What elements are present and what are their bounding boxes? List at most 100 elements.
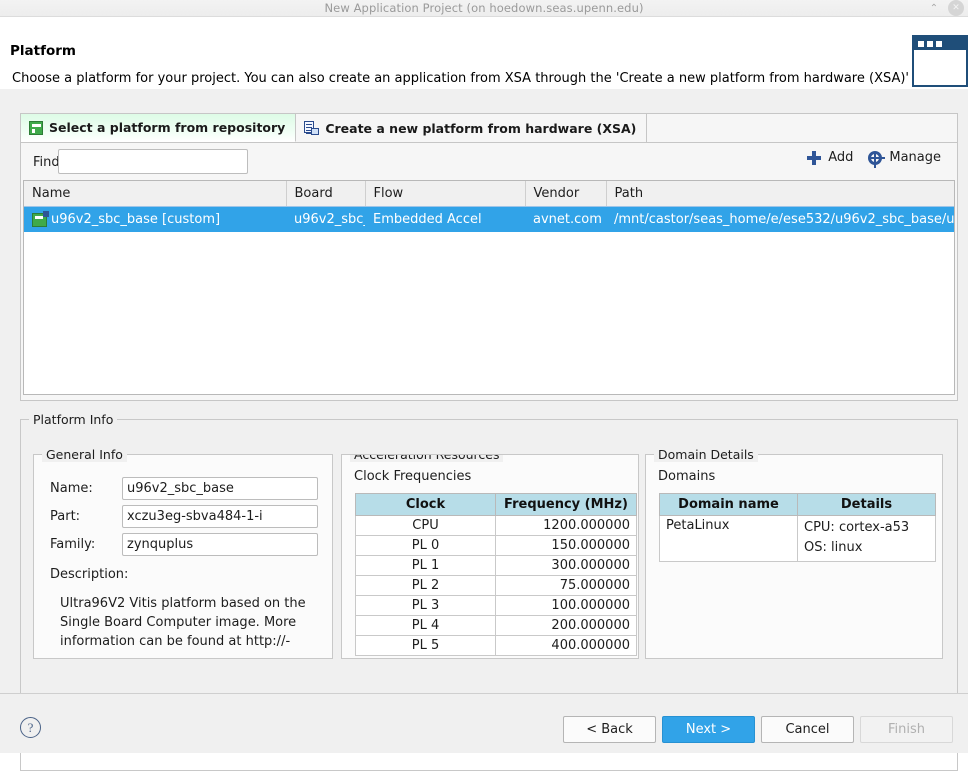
close-icon[interactable]: ✕ — [948, 0, 964, 16]
cell-frequency: 75.000000 — [495, 575, 637, 596]
cell-frequency: 150.000000 — [495, 535, 637, 556]
general-info-group: General Info Name: Part: Family: Descrip… — [33, 447, 333, 659]
domain-os-text: OS: linux — [804, 540, 863, 555]
window-icon — [912, 35, 968, 87]
general-info-title: General Info — [42, 447, 127, 462]
domains-table: Domain name Details PetaLinux CPU: corte… — [659, 493, 936, 562]
wizard-buttons: < Back Next > Cancel Finish — [563, 716, 953, 743]
cell-domain-name: PetaLinux — [659, 515, 798, 562]
window-title: New Application Project (on hoedown.seas… — [324, 1, 644, 15]
cancel-button[interactable]: Cancel — [761, 716, 854, 743]
description-label: Description: — [50, 567, 129, 582]
platform-name-text: u96v2_sbc_base [custom] — [51, 212, 221, 227]
cell-vendor: avnet.com — [525, 206, 606, 232]
cell-clock: PL 5 — [355, 635, 496, 656]
tab-label: Select a platform from repository — [49, 120, 286, 135]
table-row[interactable]: PL 2 75.000000 — [355, 575, 637, 596]
cell-clock: PL 0 — [355, 535, 496, 556]
table-row[interactable]: PL 4 200.000000 — [355, 615, 637, 636]
column-header-frequency: Frequency (MHz) — [495, 493, 637, 516]
cell-clock: PL 4 — [355, 615, 496, 636]
clock-frequencies-table: Clock Frequency (MHz) CPU 1200.000000 PL… — [355, 493, 637, 656]
cell-frequency: 400.000000 — [495, 635, 637, 656]
cell-clock: PL 1 — [355, 555, 496, 576]
platform-info-title: Platform Info — [29, 412, 118, 427]
xsa-file-icon — [304, 121, 320, 135]
table-header-row: Clock Frequency (MHz) — [355, 493, 637, 516]
acceleration-resources-group: Acceleration Resources Clock Frequencies… — [341, 454, 639, 659]
field-family: Family: — [50, 533, 318, 556]
acceleration-resources-title: Acceleration Resources — [350, 455, 504, 462]
column-header-clock: Clock — [355, 493, 496, 516]
add-button[interactable]: Add — [828, 150, 853, 165]
platform-table-container[interactable]: Name Board Flow Vendor Path u96v2_sbc_ba… — [23, 180, 955, 395]
column-header-domain-name: Domain name — [659, 493, 798, 516]
cell-flow: Embedded Accel — [365, 206, 525, 232]
platform-tabfolder: Select a platform from repository Create… — [20, 113, 958, 401]
part-field[interactable] — [122, 505, 318, 528]
minimize-icon[interactable]: ⌃ — [926, 0, 942, 16]
finish-button[interactable]: Finish — [860, 716, 953, 743]
wizard-header: Platform Choose a platform for your proj… — [0, 17, 968, 90]
plus-icon[interactable] — [807, 150, 822, 165]
wizard-footer: ? < Back Next > Cancel Finish — [0, 693, 968, 753]
find-row: Find: Add Manage — [21, 143, 957, 181]
cell-frequency: 1200.000000 — [495, 515, 637, 536]
back-button[interactable]: < Back — [563, 716, 656, 743]
page-description: Choose a platform for your project. You … — [12, 71, 939, 86]
cell-clock: PL 2 — [355, 575, 496, 596]
cell-path: /mnt/castor/seas_home/e/ese532/u96v2_sbc… — [606, 206, 954, 232]
window-controls: ⌃ ✕ — [926, 0, 964, 16]
wizard-body: Select a platform from repository Create… — [0, 89, 968, 771]
column-header-board[interactable]: Board — [286, 181, 366, 207]
description-text: Ultra96V2 Vitis platform based on the Si… — [60, 596, 306, 649]
table-row[interactable]: PL 3 100.000000 — [355, 595, 637, 616]
tab-label: Create a new platform from hardware (XSA… — [325, 120, 637, 136]
cell-domain-details: CPU: cortex-a53 OS: linux — [797, 515, 936, 562]
column-header-name[interactable]: Name — [24, 181, 287, 207]
cell-clock: PL 3 — [355, 595, 496, 616]
table-row[interactable]: u96v2_sbc_base [custom] u96v2_sbc_l Embe… — [24, 206, 954, 232]
repository-actions: Add Manage — [807, 150, 949, 168]
window-icon-titlebar — [914, 37, 966, 50]
window-titlebar: New Application Project (on hoedown.seas… — [0, 0, 968, 17]
tab-create-new-platform-from-hardware[interactable]: Create a new platform from hardware (XSA… — [296, 114, 648, 142]
table-row[interactable]: PetaLinux CPU: cortex-a53 OS: linux — [659, 515, 936, 562]
cell-board: u96v2_sbc_l — [286, 206, 365, 232]
table-row[interactable]: PL 0 150.000000 — [355, 535, 637, 556]
family-label: Family: — [50, 537, 96, 552]
field-part: Part: — [50, 505, 318, 528]
table-row[interactable]: CPU 1200.000000 — [355, 515, 637, 536]
next-button[interactable]: Next > — [662, 716, 755, 743]
domain-details-title: Domain Details — [654, 447, 758, 462]
domains-label: Domains — [658, 469, 716, 484]
cell-frequency: 300.000000 — [495, 555, 637, 576]
part-label: Part: — [50, 509, 81, 524]
clock-frequencies-label: Clock Frequencies — [354, 469, 472, 484]
cell-frequency: 100.000000 — [495, 595, 637, 616]
column-header-path[interactable]: Path — [606, 181, 954, 207]
manage-button[interactable]: Manage — [889, 150, 941, 165]
table-header-row: Domain name Details — [659, 493, 936, 516]
name-label: Name: — [50, 481, 93, 496]
family-field[interactable] — [122, 533, 318, 556]
help-icon[interactable]: ? — [20, 717, 41, 738]
table-row[interactable]: PL 5 400.000000 — [355, 635, 637, 656]
column-header-flow[interactable]: Flow — [365, 181, 526, 207]
platform-table: Name Board Flow Vendor Path u96v2_sbc_ba… — [24, 181, 954, 232]
cell-name: u96v2_sbc_base [custom] — [24, 206, 286, 232]
table-row[interactable]: PL 1 300.000000 — [355, 555, 637, 576]
repository-icon — [29, 120, 43, 135]
domain-cpu-text: CPU: cortex-a53 — [804, 520, 910, 535]
cell-frequency: 200.000000 — [495, 615, 637, 636]
name-field[interactable] — [122, 477, 318, 500]
gear-icon[interactable] — [868, 150, 886, 168]
tabstrip: Select a platform from repository Create… — [21, 114, 957, 143]
field-name: Name: — [50, 477, 318, 500]
platform-icon — [32, 210, 49, 227]
column-header-vendor[interactable]: Vendor — [525, 181, 607, 207]
tab-select-platform-from-repository[interactable]: Select a platform from repository — [21, 114, 297, 142]
column-header-details: Details — [797, 493, 936, 516]
page-title: Platform — [10, 43, 76, 59]
search-input[interactable] — [58, 149, 248, 174]
